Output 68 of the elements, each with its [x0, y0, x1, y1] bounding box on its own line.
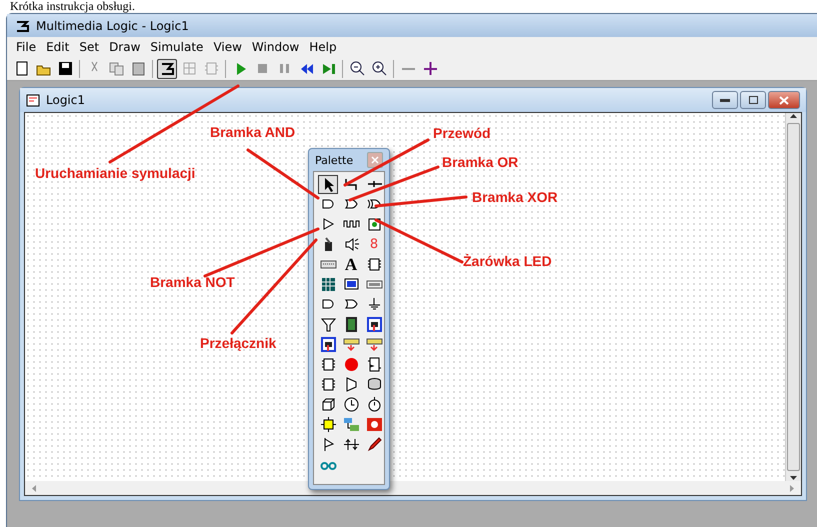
annotation-label: Bramka NOT — [150, 274, 235, 290]
circle-icon — [342, 356, 360, 373]
plus-icon — [422, 60, 438, 77]
chip-icon — [320, 376, 336, 393]
strip-icon — [342, 336, 360, 353]
annotation-label: Przewód — [433, 125, 491, 141]
node-icon — [320, 416, 336, 433]
menu-item[interactable]: File — [11, 40, 42, 54]
wire-icon — [342, 176, 360, 193]
chip-icon — [366, 256, 382, 273]
minimize-button[interactable] — [712, 91, 738, 109]
palette-tool[interactable] — [364, 315, 384, 334]
palette-tool[interactable] — [318, 335, 338, 354]
annotation-label: Bramka XOR — [472, 189, 558, 205]
stopwatch-icon — [366, 396, 382, 413]
palette-tool[interactable] — [318, 175, 338, 194]
chip-icon — [202, 60, 220, 77]
minus-icon — [402, 68, 414, 70]
menu-item[interactable]: Edit — [41, 40, 74, 54]
funnel-icon — [320, 316, 336, 333]
annotation-label: Uruchamianie symulacji — [35, 165, 196, 181]
keypad-icon — [320, 276, 336, 293]
palette-tool[interactable]: 8 — [364, 235, 384, 254]
flip-flop-icon — [366, 356, 382, 373]
grid-icon — [180, 60, 198, 77]
page-heading: Krótka instrukcja obsługi. — [10, 0, 136, 13]
minimize-icon — [720, 98, 730, 102]
copy-icon — [108, 60, 124, 77]
led-icon — [366, 216, 382, 233]
close-icon — [371, 156, 379, 164]
clock-icon — [342, 396, 360, 413]
app-logo-icon — [15, 18, 30, 32]
palette-tool[interactable] — [318, 415, 338, 434]
annotation-label: Przełącznik — [200, 335, 276, 351]
network-icon — [342, 416, 360, 433]
annotation-label: Żarówka LED — [463, 253, 552, 269]
annotation-label: Bramka OR — [442, 154, 518, 170]
vertical-scrollbar[interactable] — [785, 113, 801, 481]
button-icon — [366, 416, 382, 433]
menu-item[interactable]: Simulate — [145, 40, 208, 54]
palette-title: Palette — [315, 154, 354, 166]
menu-item[interactable]: Window — [246, 40, 304, 54]
menu-item[interactable]: Set — [74, 40, 104, 54]
chip-icon — [320, 356, 336, 373]
device-icon — [320, 336, 336, 353]
menu-item[interactable]: View — [208, 40, 247, 54]
zoom-in-icon — [370, 60, 388, 77]
close-button[interactable] — [768, 91, 800, 109]
document-icon — [26, 94, 40, 106]
menu-item[interactable]: Help — [304, 40, 342, 54]
strip-icon — [366, 336, 382, 353]
menu-item[interactable]: Draw — [104, 40, 146, 54]
bus-icon — [342, 436, 360, 453]
maximize-icon — [748, 96, 758, 104]
palette-close-button[interactable] — [367, 152, 383, 168]
document-title: Logic1 — [46, 93, 85, 107]
window-title: Multimedia Logic - Logic1 — [36, 18, 189, 32]
maximize-button[interactable] — [740, 91, 766, 109]
clipboard-icon — [130, 60, 146, 77]
pen-icon — [366, 436, 382, 453]
speaker-icon — [342, 236, 360, 253]
toolbar-button[interactable] — [157, 58, 177, 78]
cube-icon — [320, 396, 336, 413]
close-icon — [779, 96, 789, 104]
annotation-label: Bramka AND — [210, 124, 296, 140]
palette-tool[interactable]: A — [341, 255, 361, 274]
zoom-out-icon — [348, 60, 366, 77]
device-icon — [366, 316, 382, 333]
